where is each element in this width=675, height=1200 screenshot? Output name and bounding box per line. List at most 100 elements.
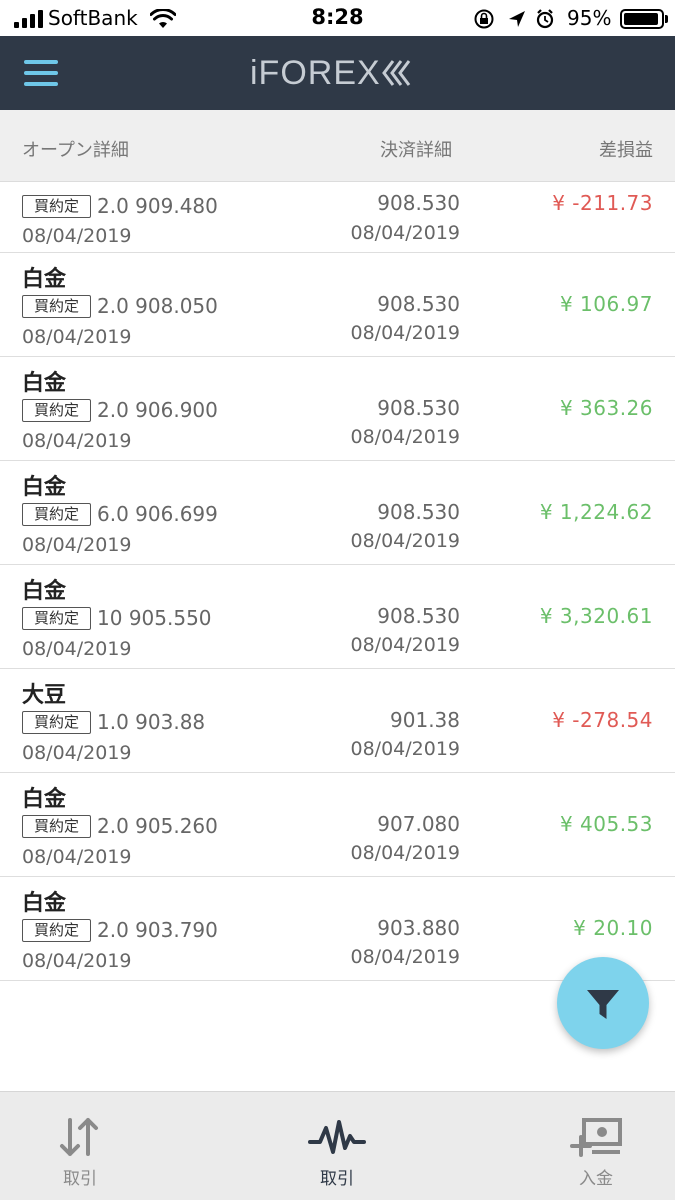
- screen-lock-icon: [474, 9, 494, 29]
- order-type-badge: 買約定: [22, 398, 92, 422]
- open-date: 08/04/2019: [22, 326, 132, 348]
- open-amount-price: 2.0 909.480: [97, 194, 218, 218]
- close-price: 908.530: [377, 604, 460, 628]
- instrument-name: 白金: [22, 891, 67, 916]
- logo-chevrons-icon: [381, 60, 410, 86]
- close-price: 903.880: [377, 916, 460, 940]
- close-date: 08/04/2019: [350, 322, 460, 344]
- nav-item-trade-active[interactable]: 取引: [257, 1092, 417, 1200]
- pulse-line-icon: [308, 1120, 366, 1154]
- trade-row[interactable]: 白金 買約定 2.0 906.900 08/04/2019 908.530 08…: [0, 357, 675, 461]
- order-type-badge: 買約定: [22, 606, 92, 630]
- open-details: 買約定 2.0 909.480: [22, 194, 218, 218]
- filter-icon: [587, 990, 619, 1019]
- order-type-badge: 買約定: [22, 502, 92, 526]
- trade-row[interactable]: 白金 買約定 2.0 908.050 08/04/2019 908.530 08…: [0, 253, 675, 357]
- open-amount-price: 2.0 903.790: [97, 918, 218, 942]
- location-icon: [509, 11, 525, 27]
- close-date: 08/04/2019: [350, 842, 460, 864]
- order-type-badge: 買約定: [22, 814, 92, 838]
- open-date: 08/04/2019: [22, 430, 132, 452]
- close-price: 908.530: [377, 500, 460, 524]
- filter-button[interactable]: [557, 957, 649, 1049]
- open-date: 08/04/2019: [22, 742, 132, 764]
- nav-item-deposit[interactable]: 入金: [516, 1092, 675, 1200]
- logo-text: iFOREX: [250, 53, 381, 92]
- open-amount-price: 6.0 906.699: [97, 502, 218, 526]
- close-price: 908.530: [377, 396, 460, 420]
- close-price: 908.530: [377, 191, 460, 215]
- open-details: 買約定 2.0 906.900: [22, 398, 218, 422]
- order-type-badge: 買約定: [22, 294, 92, 318]
- order-type-badge: 買約定: [22, 918, 92, 942]
- instrument-name: 白金: [22, 579, 67, 604]
- logo: iFOREX: [250, 51, 415, 95]
- open-details: 買約定 2.0 903.790: [22, 918, 218, 942]
- profit-loss: ¥ 3,320.61: [539, 604, 653, 628]
- open-amount-price: 2.0 905.260: [97, 814, 218, 838]
- close-date: 08/04/2019: [350, 222, 460, 244]
- trade-row[interactable]: 白金 買約定 10 905.550 08/04/2019 908.530 08/…: [0, 565, 675, 669]
- open-date: 08/04/2019: [22, 638, 132, 660]
- deposit-cash-icon: [570, 1118, 622, 1157]
- close-date: 08/04/2019: [350, 634, 460, 656]
- column-close-details: 決済詳細: [380, 140, 452, 161]
- battery-fill: [624, 13, 658, 25]
- profit-loss: ¥ 1,224.62: [539, 500, 653, 524]
- close-price: 907.080: [377, 812, 460, 836]
- open-details: 買約定 1.0 903.88: [22, 710, 205, 734]
- close-date: 08/04/2019: [350, 946, 460, 968]
- alarm-icon: [536, 9, 554, 29]
- instrument-name: 大豆: [22, 683, 67, 708]
- open-amount-price: 2.0 906.900: [97, 398, 218, 422]
- column-header: オープン詳細 決済詳細 差損益: [0, 110, 675, 182]
- close-date: 08/04/2019: [350, 426, 460, 448]
- open-details: 買約定 2.0 905.260: [22, 814, 218, 838]
- open-details: 買約定 10 905.550: [22, 606, 212, 630]
- trade-row[interactable]: 買約定 2.0 909.480 08/04/2019 908.530 08/04…: [0, 182, 675, 253]
- close-date: 08/04/2019: [350, 738, 460, 760]
- profit-loss: ¥ -211.73: [552, 191, 653, 215]
- close-price: 901.38: [390, 708, 460, 732]
- column-profit-loss: 差損益: [599, 140, 653, 161]
- nav-label: 取引: [320, 1169, 354, 1189]
- profit-loss: ¥ 106.97: [559, 292, 653, 316]
- nav-item-trade[interactable]: 取引: [0, 1092, 160, 1200]
- open-amount-price: 2.0 908.050: [97, 294, 218, 318]
- trade-list: 買約定 2.0 909.480 08/04/2019 908.530 08/04…: [0, 182, 675, 981]
- column-open-details: オープン詳細: [22, 140, 129, 161]
- order-type-badge: 買約定: [22, 194, 92, 218]
- instrument-name: 白金: [22, 267, 67, 292]
- status-icons: [474, 9, 554, 29]
- trade-row[interactable]: 白金 買約定 6.0 906.699 08/04/2019 908.530 08…: [0, 461, 675, 565]
- trade-row[interactable]: 大豆 買約定 1.0 903.88 08/04/2019 901.38 08/0…: [0, 669, 675, 773]
- battery-percent: 95%: [567, 6, 612, 30]
- hamburger-menu-icon[interactable]: [24, 60, 58, 86]
- open-details: 買約定 2.0 908.050: [22, 294, 218, 318]
- trade-row[interactable]: 白金 買約定 2.0 903.790 08/04/2019 903.880 08…: [0, 877, 675, 981]
- open-date: 08/04/2019: [22, 846, 132, 868]
- instrument-name: 白金: [22, 787, 67, 812]
- open-amount-price: 1.0 903.88: [97, 710, 206, 734]
- up-down-arrows-icon: [60, 1118, 98, 1156]
- profit-loss: ¥ -278.54: [552, 708, 653, 732]
- open-date: 08/04/2019: [22, 225, 132, 247]
- nav-label: 取引: [63, 1169, 97, 1189]
- profit-loss: ¥ 20.10: [573, 916, 653, 940]
- open-date: 08/04/2019: [22, 950, 132, 972]
- order-type-badge: 買約定: [22, 710, 92, 734]
- open-details: 買約定 6.0 906.699: [22, 502, 218, 526]
- profit-loss: ¥ 363.26: [559, 396, 653, 420]
- nav-label: 入金: [579, 1169, 613, 1189]
- open-date: 08/04/2019: [22, 534, 132, 556]
- bottom-navigation: 取引 取引 入金: [0, 1091, 675, 1200]
- open-amount-price: 10 905.550: [97, 606, 212, 630]
- instrument-name: 白金: [22, 371, 67, 396]
- battery-tip: [665, 15, 668, 23]
- trade-row[interactable]: 白金 買約定 2.0 905.260 08/04/2019 907.080 08…: [0, 773, 675, 877]
- status-bar: SoftBank 8:28 95%: [0, 0, 675, 36]
- close-price: 908.530: [377, 292, 460, 316]
- instrument-name: 白金: [22, 475, 67, 500]
- battery-icon: [620, 9, 664, 29]
- app-header: iFOREX: [0, 36, 675, 110]
